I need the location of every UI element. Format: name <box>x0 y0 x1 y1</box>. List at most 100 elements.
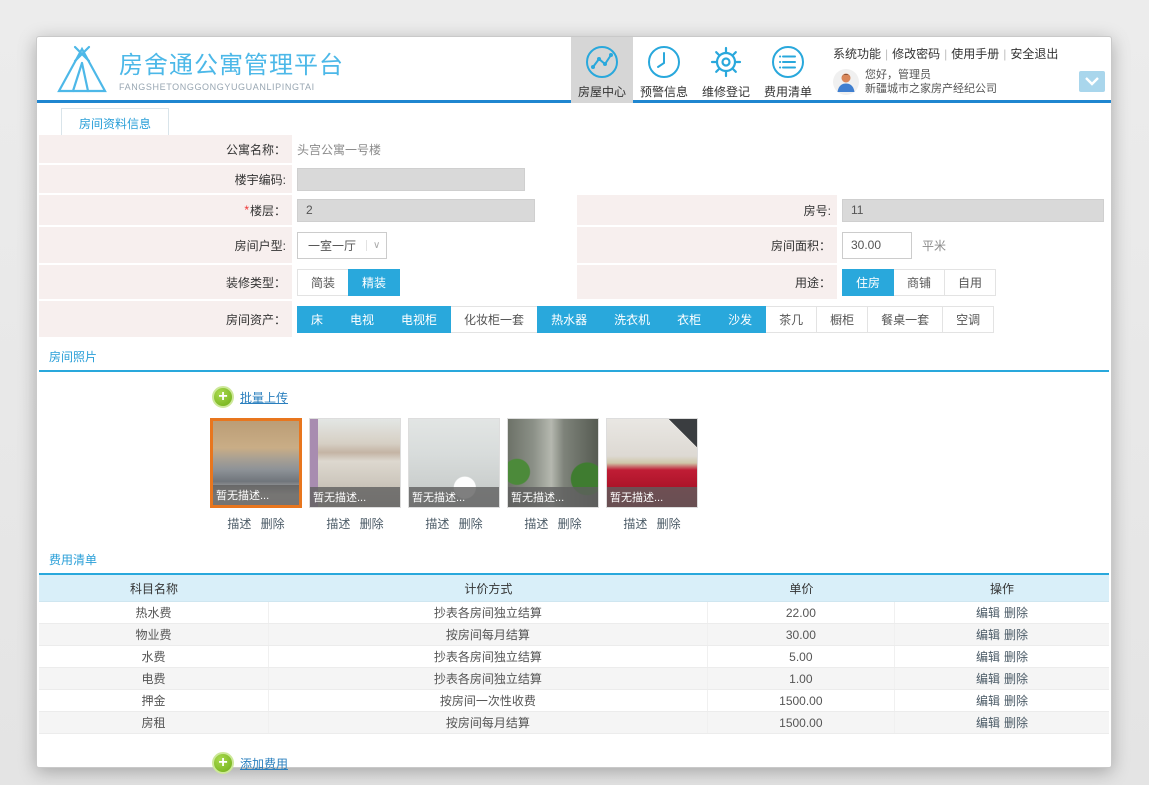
floor-field: 2 <box>297 198 535 222</box>
top-links: 系统功能 | 修改密码 | 使用手册 | 安全退出 <box>833 47 1059 61</box>
nav-item-repair-register[interactable]: 维修登记 <box>695 37 757 103</box>
photo-describe-link[interactable]: 描述 <box>227 517 251 531</box>
nav-item-alert-info[interactable]: 预警信息 <box>633 37 695 103</box>
photo-empty-room[interactable]: 暂无描述... <box>309 418 401 508</box>
asset-bed[interactable]: 床 <box>297 305 338 333</box>
delete-fee-link[interactable]: 删除 <box>1004 626 1028 643</box>
asset-aircon[interactable]: 空调 <box>942 305 995 333</box>
photo-caption: 暂无描述... <box>409 487 499 507</box>
room-info-form: 公寓名称： 头宫公寓一号楼 楼宇编码: * 楼层： 2 房号: 11 房间户型:… <box>39 135 1109 337</box>
photo-kitchen[interactable]: 暂无描述... <box>606 418 698 508</box>
asset-cupboard[interactable]: 橱柜 <box>816 305 869 333</box>
delete-fee-link[interactable]: 删除 <box>1004 692 1028 709</box>
batch-upload-link[interactable]: 批量上传 <box>240 389 288 406</box>
decoration-option-simple[interactable]: 简装 <box>297 268 350 296</box>
nav-item-fee-list[interactable]: 费用清单 <box>757 37 819 103</box>
photo-thumb-empty-room: 暂无描述... 描述 删除 <box>309 418 401 532</box>
photo-describe-link[interactable]: 描述 <box>425 517 449 531</box>
photo-describe-link[interactable]: 描述 <box>326 517 350 531</box>
col-price: 单价 <box>789 581 814 596</box>
photo-delete-link[interactable]: 删除 <box>657 517 681 531</box>
app-header: 房舍通公寓管理平台 FANGSHETONGGONGYUGUANLIPINGTAI <box>37 37 1111 103</box>
asset-dresser-set[interactable]: 化妆柜一套 <box>450 305 539 333</box>
usage-option-residence[interactable]: 住房 <box>842 268 895 296</box>
photo-delete-link[interactable]: 删除 <box>261 517 285 531</box>
photo-delete-link[interactable]: 删除 <box>459 517 483 531</box>
col-method: 计价方式 <box>464 581 513 596</box>
edit-fee-link[interactable]: 编辑 <box>976 604 1000 621</box>
edit-fee-link[interactable]: 编辑 <box>976 692 1000 709</box>
app-logo: 房舍通公寓管理平台 FANGSHETONGGONGYUGUANLIPINGTAI <box>37 37 344 100</box>
edit-fee-link[interactable]: 编辑 <box>976 714 1000 731</box>
clock-alert-icon <box>633 42 695 82</box>
edit-fee-link[interactable]: 编辑 <box>976 626 1000 643</box>
link-change-password[interactable]: 修改密码 <box>892 47 940 61</box>
fee-row-electric: 电费 抄表各房间独立结算 1.00 编辑 删除 <box>39 668 1109 690</box>
asset-dining-set[interactable]: 餐桌一套 <box>867 305 944 333</box>
gear-repair-icon <box>695 42 757 82</box>
account-area: 系统功能 | 修改密码 | 使用手册 | 安全退出 您好，管理员 新疆城市之家房产经纪公司 <box>833 37 1071 97</box>
main-nav: 房屋中心 预警信息 维修登记 费用清单 <box>571 37 819 103</box>
asset-water-heater[interactable]: 热水器 <box>537 305 602 333</box>
photo-bathroom[interactable]: 暂无描述... <box>408 418 500 508</box>
photo-delete-link[interactable]: 删除 <box>558 517 582 531</box>
batch-upload-plus-icon[interactable]: + <box>212 386 234 408</box>
fee-row-rent: 房租 按房间每月结算 1500.00 编辑 删除 <box>39 712 1109 734</box>
tent-logo-icon <box>55 43 109 95</box>
room-area-label: 房间面积： <box>577 227 837 263</box>
asset-tea-table[interactable]: 茶几 <box>765 305 818 333</box>
asset-tv-cabinet[interactable]: 电视柜 <box>387 305 452 333</box>
link-system-functions[interactable]: 系统功能 <box>833 47 881 61</box>
building-code-field <box>297 167 525 191</box>
link-user-manual[interactable]: 使用手册 <box>951 47 999 61</box>
fee-table-header: 科目名称 计价方式 单价 操作 <box>39 575 1109 602</box>
photo-thumb-bathroom: 暂无描述... 描述 删除 <box>408 418 500 532</box>
nav-item-house-center[interactable]: 房屋中心 <box>571 37 633 103</box>
add-fee-link[interactable]: 添加费用 <box>240 755 288 772</box>
fee-table: 科目名称 计价方式 单价 操作 热水费 抄表各房间独立结算 22.00 编辑 删… <box>39 575 1109 734</box>
main-window: 房舍通公寓管理平台 FANGSHETONGGONGYUGUANLIPINGTAI <box>36 36 1112 774</box>
delete-fee-link[interactable]: 删除 <box>1004 604 1028 621</box>
collapse-header-button[interactable] <box>1079 71 1105 92</box>
floor-label: 楼层： <box>249 203 286 218</box>
link-safe-logout[interactable]: 安全退出 <box>1010 47 1058 61</box>
photo-thumb-living-room: 暂无描述... 描述 删除 <box>210 418 302 532</box>
col-actions: 操作 <box>989 581 1014 596</box>
photo-describe-link[interactable]: 描述 <box>524 517 548 531</box>
usage-option-self[interactable]: 自用 <box>944 268 997 296</box>
fee-row-hot-water: 热水费 抄表各房间独立结算 22.00 编辑 删除 <box>39 602 1109 624</box>
asset-tv[interactable]: 电视 <box>336 305 389 333</box>
edit-fee-link[interactable]: 编辑 <box>976 670 1000 687</box>
photo-delete-link[interactable]: 删除 <box>360 517 384 531</box>
decoration-option-fine[interactable]: 精装 <box>348 268 401 296</box>
room-area-input[interactable] <box>842 231 912 259</box>
photo-hallway[interactable]: 暂无描述... <box>507 418 599 508</box>
delete-fee-link[interactable]: 删除 <box>1004 670 1028 687</box>
asset-washer[interactable]: 洗衣机 <box>600 305 665 333</box>
chevron-down-icon <box>1085 77 1099 86</box>
app-title: 房舍通公寓管理平台 <box>119 52 344 79</box>
photo-describe-link[interactable]: 描述 <box>623 517 647 531</box>
room-type-select[interactable]: 一室一厅 ∨ <box>297 231 388 259</box>
usage-options: 住房 商铺 自用 <box>842 268 997 296</box>
usage-label: 用途： <box>577 265 837 299</box>
apartment-name-label: 公寓名称： <box>39 135 292 163</box>
photos-section-title: 房间照片 <box>39 339 1109 372</box>
photo-caption: 暂无描述... <box>508 487 598 507</box>
decoration-options: 简装 精装 <box>297 268 401 296</box>
asset-sofa[interactable]: 沙发 <box>714 305 767 333</box>
usage-option-shop[interactable]: 商铺 <box>893 268 946 296</box>
user-info: 您好，管理员 新疆城市之家房产经纪公司 <box>833 68 1071 97</box>
add-fee-plus-icon[interactable]: + <box>212 752 234 774</box>
edit-fee-link[interactable]: 编辑 <box>976 648 1000 665</box>
photo-living-room[interactable]: 暂无描述... <box>210 418 302 508</box>
select-chevron-icon: ∨ <box>366 239 380 251</box>
house-center-chart-icon <box>571 42 633 82</box>
apartment-name-value: 头宫公寓一号楼 <box>297 142 382 157</box>
header-right: 房屋中心 预警信息 维修登记 费用清单 系统功能 | 修改密码 | 使用手册 |… <box>571 37 1105 103</box>
photo-thumb-kitchen: 暂无描述... 描述 删除 <box>606 418 698 532</box>
delete-fee-link[interactable]: 删除 <box>1004 648 1028 665</box>
delete-fee-link[interactable]: 删除 <box>1004 714 1028 731</box>
required-mark: * <box>244 203 249 217</box>
asset-wardrobe[interactable]: 衣柜 <box>663 305 716 333</box>
